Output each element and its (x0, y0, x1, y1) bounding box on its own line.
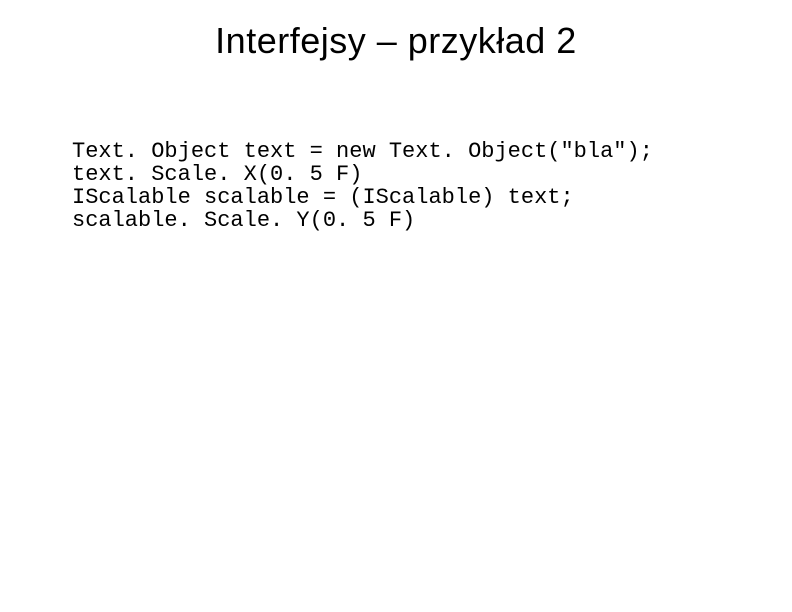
code-line-3: IScalable scalable = (IScalable) text; (72, 185, 574, 210)
code-line-4: scalable. Scale. Y(0. 5 F) (72, 208, 415, 233)
code-line-2: text. Scale. X(0. 5 F) (72, 162, 362, 187)
slide: Interfejsy – przykład 2 Text. Object tex… (0, 0, 792, 612)
code-block: Text. Object text = new Text. Object("bl… (72, 140, 732, 232)
code-line-1: Text. Object text = new Text. Object("bl… (72, 139, 653, 164)
slide-title: Interfejsy – przykład 2 (0, 20, 792, 62)
